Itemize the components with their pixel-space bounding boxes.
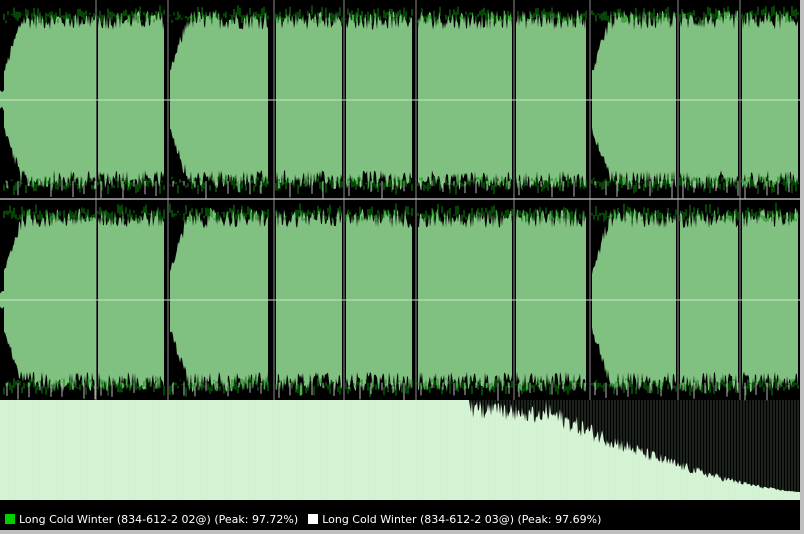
spectrum-display	[0, 400, 800, 500]
channel-1-waveform-alt-peaks-7	[518, 181, 586, 198]
track-1-color-swatch	[5, 514, 15, 524]
channel-2-waveform	[0, 202, 800, 401]
legend-bar: Long Cold Winter (834-612-2 02@) (Peak: …	[0, 508, 804, 530]
window-frame-bottom	[0, 530, 804, 534]
waveform-display[interactable]	[0, 0, 804, 508]
window-frame-right	[800, 0, 804, 534]
legend-item-track-1: Long Cold Winter (834-612-2 02@) (Peak: …	[5, 513, 298, 526]
track-2-color-swatch	[308, 514, 319, 524]
legend-item-track-2: Long Cold Winter (834-612-2 03@) (Peak: …	[308, 513, 601, 526]
channel-1-waveform-alt-peaks-3	[172, 181, 262, 199]
track-1-label: Long Cold Winter (834-612-2 02@) (Peak: …	[19, 512, 299, 526]
track-2-label: Long Cold Winter (834-612-2 03@) (Peak: …	[322, 512, 602, 526]
channel-1-waveform	[0, 5, 800, 199]
waveform-compare-view: Long Cold Winter (834-612-2 02@) (Peak: …	[0, 0, 804, 534]
spectrum-texture	[0, 400, 799, 500]
